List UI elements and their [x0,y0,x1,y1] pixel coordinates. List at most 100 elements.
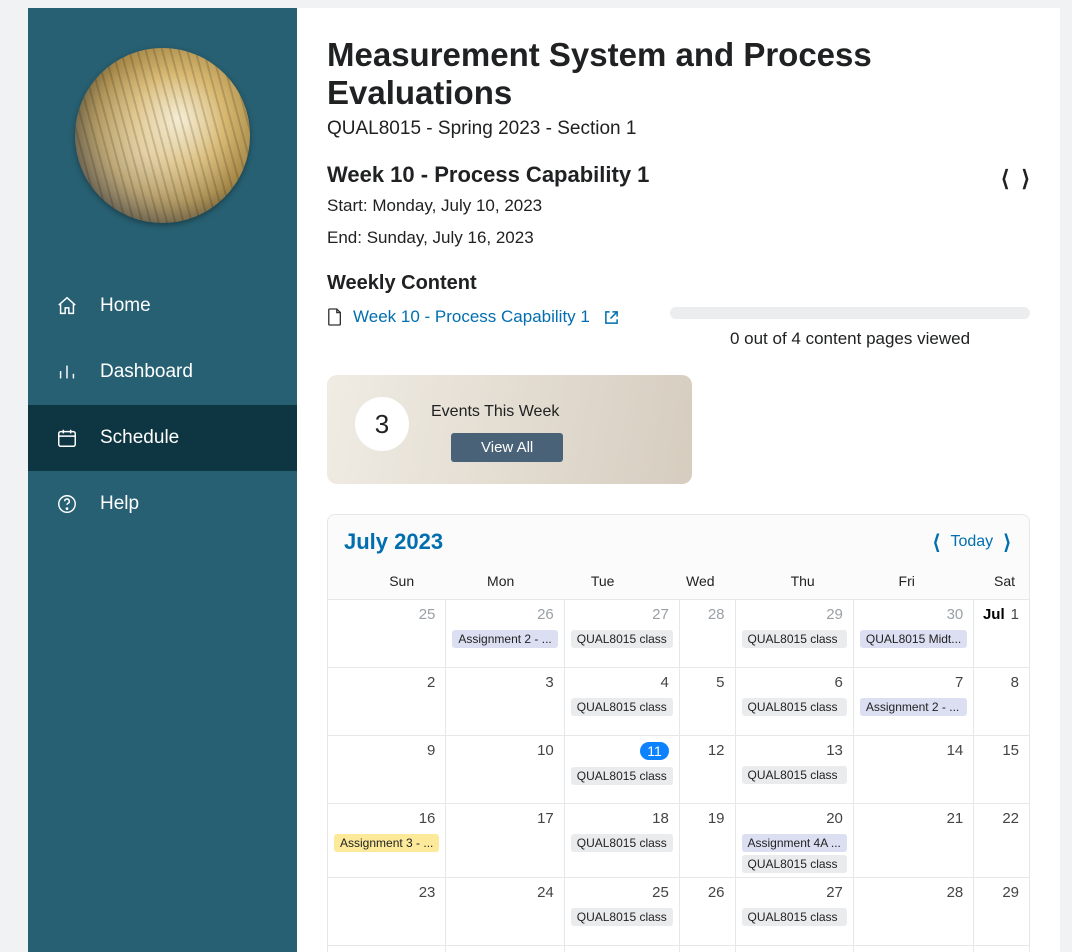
course-avatar[interactable] [75,48,250,223]
calendar-cell[interactable]: 31 [445,945,563,952]
home-icon [56,295,78,317]
calendar-event[interactable]: QUAL8015 class [571,698,673,716]
calendar-cell[interactable]: 30 [328,945,445,952]
calendar-today-button[interactable]: Today [950,533,993,551]
calendar-day-number: 5 [686,674,729,695]
calendar-day-number: 15 [980,742,1023,763]
calendar-cell[interactable]: 28 [679,599,735,667]
calendar-day-number: 19 [686,810,729,831]
calendar-cell[interactable]: 27QUAL8015 class [564,599,679,667]
calendar-cell[interactable]: 19 [679,803,735,877]
calendar-cell[interactable]: 2 [679,945,735,952]
content-link[interactable]: Week 10 - Process Capability 1 [327,307,619,327]
calendar-cell[interactable]: 22 [973,803,1029,877]
calendar-cell[interactable]: 24 [445,877,563,945]
calendar-cell[interactable]: 9 [328,735,445,803]
calendar-cell[interactable]: 21 [853,803,973,877]
calendar-cell[interactable]: 25QUAL8015 class [564,877,679,945]
calendar-today-badge: 11 [640,742,669,760]
calendar-cell[interactable]: 17 [445,803,563,877]
calendar-cell[interactable]: 23 [328,877,445,945]
calendar-day-number: 10 [452,742,557,763]
calendar-cell[interactable]: 16Assignment 3 - ... [328,803,445,877]
main-content: Measurement System and Process Evaluatio… [297,8,1060,952]
calendar-cell[interactable]: 14 [853,735,973,803]
calendar-dow-row: SunMonTueWedThuFriSat [328,563,1029,599]
week-next-button[interactable]: ⟩ [1021,166,1030,192]
sidebar-item-dashboard[interactable]: Dashboard [28,339,297,405]
calendar-cell[interactable]: 15 [973,735,1029,803]
calendar-next-button[interactable]: ⟩ [1003,530,1011,555]
calendar-cell[interactable]: 27 QUAL8015 class [735,877,853,945]
calendar-cell[interactable]: 20 Assignment 4A ... QUAL8015 class [735,803,853,877]
calendar-cell[interactable]: 28 [853,877,973,945]
external-link-icon [604,310,619,325]
calendar-day-number: 25 [334,606,439,627]
sidebar-item-help[interactable]: Help [28,471,297,537]
calendar-event[interactable]: QUAL8015 class [742,698,847,716]
calendar-day-number: Jul1 [980,606,1023,627]
course-subtitle: QUAL8015 - Spring 2023 - Section 1 [327,118,1030,140]
calendar-cell[interactable]: 12 [679,735,735,803]
calendar-cell[interactable]: 3 [445,667,563,735]
calendar-event[interactable]: QUAL8015 class [742,766,847,784]
week-prev-button[interactable]: ⟨ [1001,166,1010,192]
calendar-day-number: 4 [571,674,673,695]
content-link-text[interactable]: Week 10 - Process Capability 1 [353,307,590,327]
calendar-day-number: 20 [742,810,847,831]
calendar-cell[interactable]: Aug1QUAL8015 class [564,945,679,952]
calendar-cell[interactable]: 2 [328,667,445,735]
calendar-event[interactable]: Assignment 2 - ... [452,630,557,648]
calendar-cell[interactable]: 29 QUAL8015 class [735,599,853,667]
content-row: Week 10 - Process Capability 1 0 out of … [327,307,1030,349]
calendar-dow-label: Fri [829,573,929,589]
calendar-cell[interactable]: 4 [853,945,973,952]
calendar-cell[interactable]: 18QUAL8015 class [564,803,679,877]
calendar-cell[interactable]: 5 [973,945,1029,952]
calendar-event[interactable]: QUAL8015 class [742,855,847,873]
calendar-cell[interactable]: Jul1 [973,599,1029,667]
calendar-event[interactable]: QUAL8015 class [571,908,673,926]
calendar-event[interactable]: QUAL8015 class [571,767,673,785]
calendar-cell[interactable]: 5 [679,667,735,735]
events-card-right: Events This Week View All [431,397,563,462]
view-all-button[interactable]: View All [451,433,563,462]
calendar-cell[interactable]: 26 [679,877,735,945]
calendar-day-number: 29 [742,606,847,627]
sidebar-item-label: Help [100,493,139,515]
calendar-day-number: 6 [742,674,847,695]
calendar-cell[interactable]: 26Assignment 2 - ... [445,599,563,667]
calendar-event[interactable]: Assignment 2 - ... [860,698,967,716]
calendar-event[interactable]: QUAL8015 class [571,630,673,648]
calendar-day-number: 27 [742,884,847,905]
calendar-prev-button[interactable]: ⟨ [933,530,941,555]
calendar-event[interactable]: Assignment 3 - ... [334,834,439,852]
calendar-event[interactable]: QUAL8015 class [742,908,847,926]
calendar-day-number: 29 [980,884,1023,905]
calendar-cell[interactable]: 3QUAL8015 class [735,945,853,952]
week-end-date: End: Sunday, July 16, 2023 [327,228,1030,248]
calendar-day-number: 14 [860,742,967,763]
calendar-event[interactable]: QUAL8015 class [571,834,673,852]
sidebar-item-schedule[interactable]: Schedule [28,405,297,471]
calendar-event[interactable]: Assignment 4A ... [742,834,847,852]
calendar-cell[interactable]: 10 [445,735,563,803]
calendar-event[interactable]: QUAL8015 class [742,630,847,648]
calendar-cell[interactable]: 6 QUAL8015 class [735,667,853,735]
calendar-cell[interactable]: 11 QUAL8015 class [564,735,679,803]
sidebar-item-home[interactable]: Home [28,273,297,339]
calendar-month-label[interactable]: July 2023 [344,529,443,555]
calendar-cell[interactable]: 4 QUAL8015 class [564,667,679,735]
calendar-day-number: 22 [980,810,1023,831]
calendar-cell[interactable]: 29 [973,877,1029,945]
week-header-row: Week 10 - Process Capability 1 ⟨ ⟩ [327,162,1030,196]
calendar-cell[interactable]: 13QUAL8015 class [735,735,853,803]
calendar-event[interactable]: QUAL8015 Midt... [860,630,967,648]
week-title: Week 10 - Process Capability 1 [327,162,649,188]
calendar-day-number: 30 [860,606,967,627]
calendar-cell[interactable]: 25 [328,599,445,667]
calendar-cell[interactable]: 30 QUAL8015 Midt... [853,599,973,667]
calendar-cell[interactable]: 8 [973,667,1029,735]
calendar-cell[interactable]: 7Assignment 2 - ... [853,667,973,735]
weekly-content-heading: Weekly Content [327,272,1030,295]
